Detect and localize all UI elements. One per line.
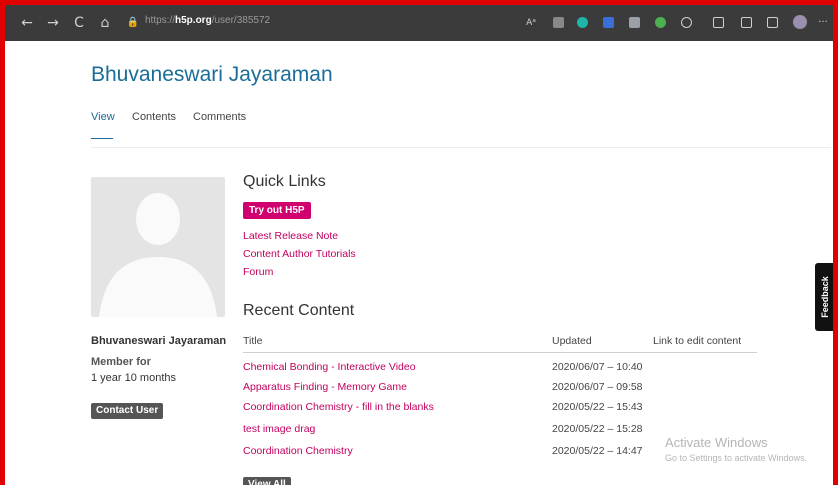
content-title-link[interactable]: Apparatus Finding - Memory Game [243, 381, 407, 393]
quick-link-author-tutorials[interactable]: Content Author Tutorials [243, 248, 356, 260]
lock-icon: 🔒 [126, 17, 140, 28]
feedback-label: Feedback [820, 276, 830, 318]
try-h5p-button[interactable]: Try out H5P [243, 202, 311, 219]
recent-content-title: Recent Content [243, 302, 355, 319]
tabs-divider [91, 147, 831, 148]
browser-window: ← → C ⌂ 🔒 https://h5p.org/user/385572 Aᵃ… [5, 5, 833, 485]
content-title-link[interactable]: test image drag [243, 423, 315, 435]
quick-links-title: Quick Links [243, 173, 326, 190]
content-updated: 2020/06/07 – 10:40 [552, 361, 643, 373]
table-row: Apparatus Finding - Memory Game 2020/06/… [5, 381, 833, 399]
address-bar[interactable]: https://h5p.org/user/385572 [145, 15, 270, 26]
url-domain: h5p.org [175, 15, 212, 26]
content-updated: 2020/05/22 – 14:47 [552, 445, 643, 457]
activate-windows-subtitle: Go to Settings to activate Windows. [665, 453, 808, 463]
tab-comments[interactable]: Comments [193, 111, 246, 123]
tab-contents[interactable]: Contents [132, 111, 176, 123]
home-icon[interactable]: ⌂ [95, 13, 115, 33]
collections-panel-icon[interactable] [741, 17, 752, 28]
content-updated: 2020/05/22 – 15:43 [552, 401, 643, 413]
page-title: Bhuvaneswari Jayaraman [91, 63, 333, 86]
active-tab-indicator [91, 138, 113, 139]
user-name: Bhuvaneswari Jayaraman [91, 335, 227, 347]
url-prefix: https:// [145, 15, 176, 26]
content-title-link[interactable]: Coordination Chemistry - fill in the bla… [243, 401, 434, 413]
activate-windows-title: Activate Windows [665, 435, 768, 450]
content-updated: 2020/05/22 – 15:28 [552, 423, 643, 435]
more-options-icon[interactable]: ··· [813, 13, 833, 33]
extension-mail-icon[interactable] [603, 17, 614, 28]
extension-puzzle-icon[interactable] [629, 17, 640, 28]
user-avatar [91, 177, 225, 317]
extension-grammarly-icon[interactable] [577, 17, 588, 28]
extension-check-icon[interactable] [655, 17, 666, 28]
profile-avatar[interactable] [793, 15, 807, 29]
column-header-edit-link: Link to edit content [653, 335, 742, 347]
downloads-icon[interactable] [767, 17, 778, 28]
collections-icon[interactable] [553, 17, 564, 28]
back-icon[interactable]: ← [17, 13, 37, 33]
tab-view[interactable]: View [91, 111, 115, 123]
url-path: /user/385572 [211, 15, 271, 26]
forward-icon[interactable]: → [43, 13, 63, 33]
content-title-link[interactable]: Chemical Bonding - Interactive Video [243, 361, 416, 373]
reload-icon[interactable]: C [69, 13, 89, 33]
table-row: Coordination Chemistry - fill in the bla… [5, 401, 833, 419]
browser-toolbar: ← → C ⌂ 🔒 https://h5p.org/user/385572 Aᵃ… [5, 5, 833, 41]
quick-link-forum[interactable]: Forum [243, 266, 273, 278]
column-header-title: Title [243, 335, 263, 347]
feedback-tab[interactable]: Feedback [815, 263, 833, 331]
content-title-link[interactable]: Coordination Chemistry [243, 445, 353, 457]
read-aloud-icon[interactable]: Aᵃ [521, 13, 541, 33]
extensions-icon[interactable] [681, 17, 692, 28]
favorites-icon[interactable] [713, 17, 724, 28]
table-row: Chemical Bonding - Interactive Video 202… [5, 361, 833, 379]
table-header-divider [243, 352, 757, 353]
content-updated: 2020/06/07 – 09:58 [552, 381, 643, 393]
column-header-updated: Updated [552, 335, 592, 347]
view-all-button[interactable]: View All [243, 477, 291, 485]
user-silhouette-icon [99, 193, 217, 317]
quick-link-release-note[interactable]: Latest Release Note [243, 230, 338, 242]
